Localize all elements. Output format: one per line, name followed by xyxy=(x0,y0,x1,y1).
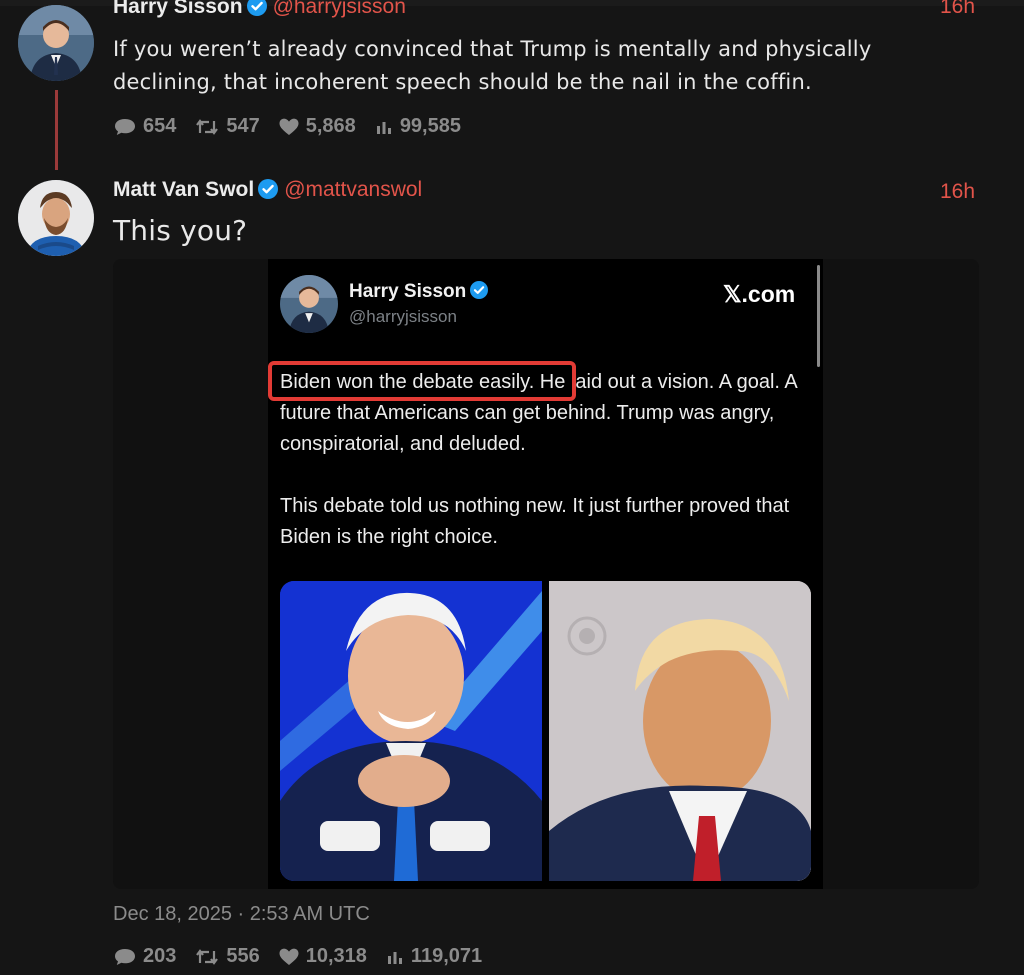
verified-icon xyxy=(470,281,489,299)
embedded-author-name: Harry Sisson xyxy=(349,281,494,303)
avatar-matt-van-swol[interactable] xyxy=(18,180,94,256)
comment-icon xyxy=(115,948,135,965)
tweet-date[interactable]: Dec 18, 2025 · 2:53 AM UTC xyxy=(113,903,370,926)
embedded-avatar xyxy=(280,275,338,333)
author-name[interactable]: Harry Sisson xyxy=(113,0,243,18)
author-name[interactable]: Matt Van Swol xyxy=(113,178,254,201)
photo-biden xyxy=(280,581,542,881)
reply-button[interactable]: 654 xyxy=(113,115,176,138)
views-count: 119,071 xyxy=(410,945,483,967)
post-paragraph-2: This debate told us nothing new. It just… xyxy=(280,495,790,548)
like-count: 10,318 xyxy=(305,945,367,967)
like-button[interactable]: 10,318 xyxy=(278,945,367,968)
retweet-icon xyxy=(196,118,219,135)
site-label: 𝕏.com xyxy=(723,281,796,307)
tweet-text: If you weren’t already convinced that Tr… xyxy=(113,37,872,94)
embedded-author-handle: @harryjsisson xyxy=(349,307,457,326)
tweet-time[interactable]: 16h xyxy=(940,180,975,204)
tweet-1-header: Harry Sisson @harryjsisson xyxy=(113,0,406,19)
views-button[interactable]: 99,585 xyxy=(374,115,461,138)
like-count: 5,868 xyxy=(305,115,356,137)
highlight-box xyxy=(268,361,576,401)
views-button[interactable]: 119,071 xyxy=(385,945,482,968)
verified-icon xyxy=(246,0,267,16)
tweet-text: This you? xyxy=(113,214,248,247)
author-handle[interactable]: @mattvanswol xyxy=(284,178,422,201)
reply-count: 203 xyxy=(143,945,177,967)
tweet-stats: 654 547 5,868 99,585 xyxy=(113,115,479,138)
reply-count: 654 xyxy=(143,115,177,137)
scrollbar xyxy=(817,265,820,367)
like-button[interactable]: 5,868 xyxy=(278,115,356,138)
comment-icon xyxy=(115,118,135,135)
retweet-count: 547 xyxy=(226,115,260,137)
thread-connector xyxy=(55,90,58,170)
views-icon xyxy=(376,121,391,134)
reply-button[interactable]: 203 xyxy=(113,945,176,968)
embedded-author-name-text: Harry Sisson xyxy=(349,281,467,302)
retweet-count: 556 xyxy=(226,945,260,967)
heart-icon xyxy=(279,948,299,965)
views-icon xyxy=(387,951,402,964)
photo-trump xyxy=(549,581,811,881)
tweet-stats: 203 556 10,318 119,071 xyxy=(113,945,500,968)
views-count: 99,585 xyxy=(399,115,461,137)
heart-icon xyxy=(279,118,299,135)
verified-icon xyxy=(258,179,279,199)
avatar-harry-sisson[interactable] xyxy=(18,5,94,81)
tweet-time[interactable]: 16h xyxy=(940,0,975,19)
retweet-button[interactable]: 556 xyxy=(194,945,260,968)
retweet-icon xyxy=(196,948,219,965)
embedded-media[interactable]: Harry Sisson @harryjsisson 𝕏.com Biden w… xyxy=(113,259,979,889)
retweet-button[interactable]: 547 xyxy=(194,115,260,138)
author-handle[interactable]: @harryjsisson xyxy=(273,0,406,18)
tweet-2-header: Matt Van Swol @mattvanswol xyxy=(113,178,422,202)
embedded-post-screenshot: Harry Sisson @harryjsisson 𝕏.com Biden w… xyxy=(268,259,823,889)
